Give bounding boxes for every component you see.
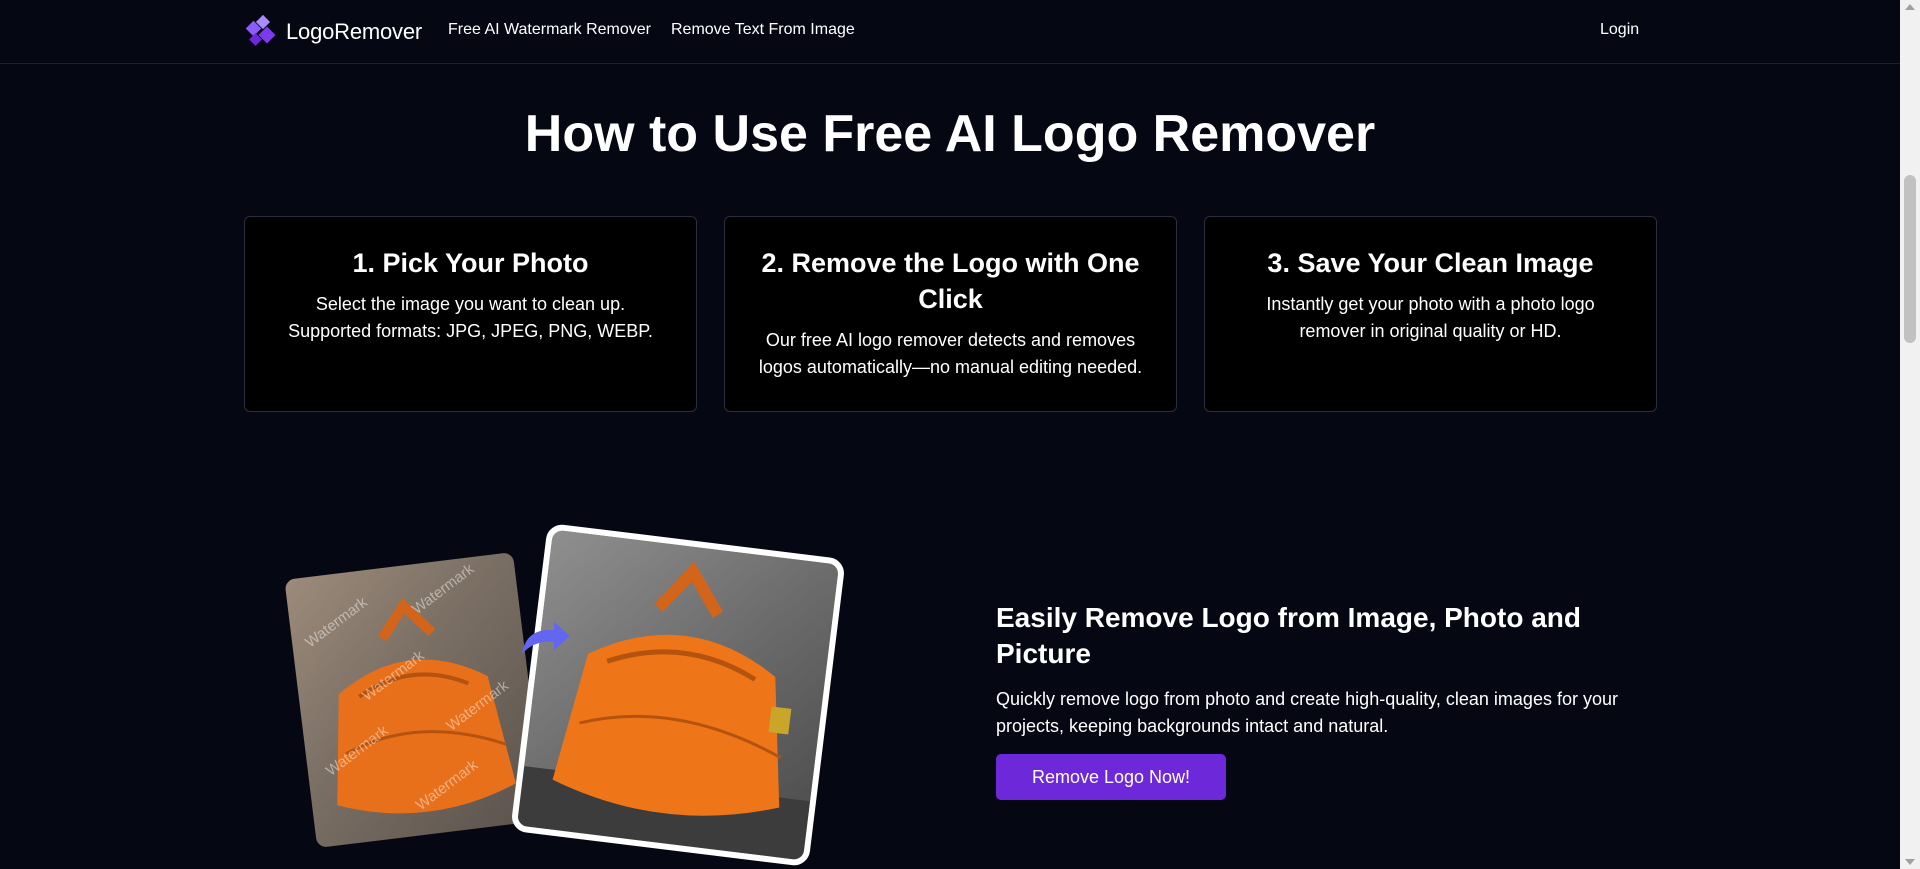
after-photo — [510, 522, 846, 868]
login-link[interactable]: Login — [1600, 21, 1639, 39]
orange-bag-clean-image — [516, 561, 811, 861]
step-description: Select the image you want to clean up. S… — [288, 294, 653, 341]
site-header: LogoRemover Free AI Watermark Remover Re… — [0, 0, 1900, 64]
scroll-up-icon[interactable] — [1905, 4, 1915, 10]
arrow-right-icon — [522, 622, 570, 654]
step-title: 2. Remove the Logo with One Click — [761, 248, 1140, 314]
step-description: Instantly get your photo with a photo lo… — [1266, 294, 1595, 341]
feature-title: Easily Remove Logo from Image, Photo and… — [996, 602, 1581, 669]
page-scrollbar[interactable] — [1900, 0, 1920, 869]
feature-description: Quickly remove logo from photo and creat… — [996, 689, 1618, 736]
step-title: 1. Pick Your Photo — [352, 248, 589, 278]
page-headline: How to Use Free AI Logo Remover — [524, 105, 1376, 163]
page: LogoRemover Free AI Watermark Remover Re… — [0, 0, 1900, 869]
step-title: 3. Save Your Clean Image — [1267, 248, 1594, 278]
step-description: Our free AI logo remover detects and rem… — [758, 330, 1143, 377]
scroll-down-icon[interactable] — [1905, 859, 1915, 865]
scrollbar-thumb[interactable] — [1904, 175, 1916, 343]
nav-free-ai-watermark-remover[interactable]: Free AI Watermark Remover — [448, 21, 651, 39]
brand-logo-link[interactable]: LogoRemover — [244, 14, 422, 50]
nav-remove-text-from-image[interactable]: Remove Text From Image — [671, 21, 855, 39]
step-card-remove-logo: 2. Remove the Logo with One Click Our fr… — [724, 216, 1177, 412]
step-card-save-image: 3. Save Your Clean Image Instantly get y… — [1204, 216, 1657, 412]
before-photo: Watermark Watermark Watermark Watermark … — [284, 551, 546, 849]
before-after-illustration: Watermark Watermark Watermark Watermark … — [284, 522, 850, 869]
logo-diamond-icon — [245, 14, 276, 46]
step-card-pick-photo: 1. Pick Your Photo Select the image you … — [244, 216, 697, 412]
remove-logo-now-button[interactable]: Remove Logo Now! — [996, 754, 1226, 800]
brand-name: LogoRemover — [286, 19, 422, 44]
